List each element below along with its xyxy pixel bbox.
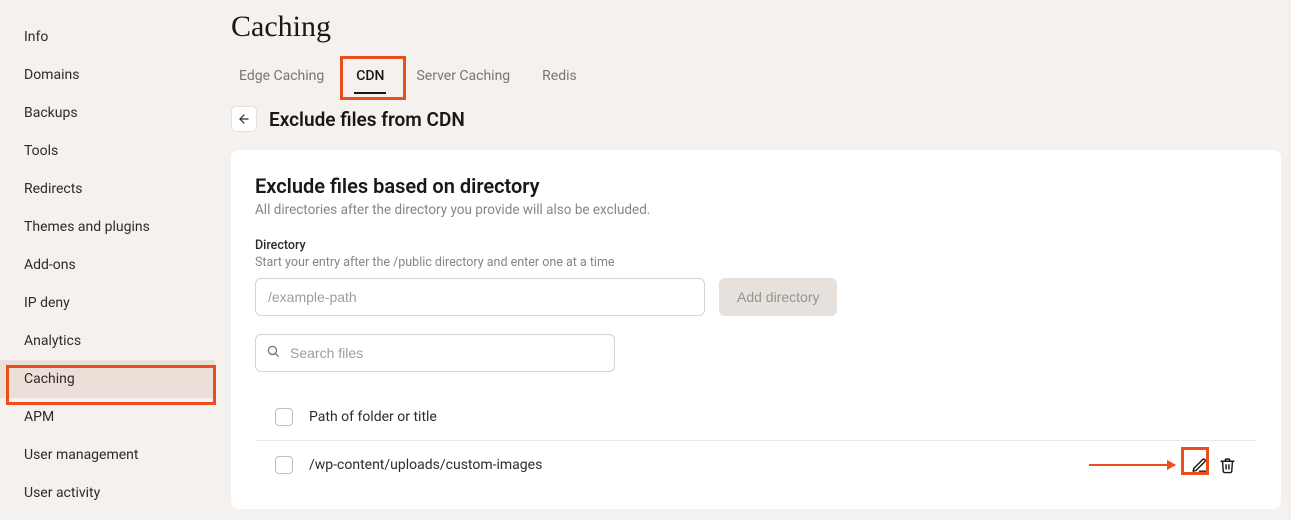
delete-button[interactable] xyxy=(1217,455,1237,475)
tab-server-caching[interactable]: Server Caching xyxy=(414,62,512,90)
sidebar-item-add-ons[interactable]: Add-ons xyxy=(0,246,215,284)
sidebar-item-analytics[interactable]: Analytics xyxy=(0,322,215,360)
tab-redis[interactable]: Redis xyxy=(540,62,579,90)
sidebar: Info Domains Backups Tools Redirects The… xyxy=(0,0,215,520)
main-content: Caching Edge Caching CDN Server Caching … xyxy=(215,0,1291,520)
sidebar-item-apm[interactable]: APM xyxy=(0,398,215,436)
card-description: All directories after the directory you … xyxy=(255,202,1257,218)
sidebar-item-caching[interactable]: Caching xyxy=(0,360,215,398)
list-row: /wp-content/uploads/custom-images xyxy=(255,441,1257,489)
sidebar-item-user-management[interactable]: User management xyxy=(0,436,215,474)
page-title: Caching xyxy=(231,10,1281,44)
list-header: Path of folder or title xyxy=(255,394,1257,441)
tab-edge-caching[interactable]: Edge Caching xyxy=(237,62,326,90)
select-all-checkbox[interactable] xyxy=(275,408,293,426)
subhead-title: Exclude files from CDN xyxy=(269,108,465,131)
edit-button[interactable] xyxy=(1189,455,1209,475)
sidebar-item-backups[interactable]: Backups xyxy=(0,94,215,132)
directory-hint: Start your entry after the /public direc… xyxy=(255,255,1257,270)
directory-input[interactable] xyxy=(255,278,705,316)
tabs: Edge Caching CDN Server Caching Redis xyxy=(231,62,1281,90)
pencil-icon xyxy=(1191,457,1208,474)
sidebar-item-ip-deny[interactable]: IP deny xyxy=(0,284,215,322)
row-checkbox[interactable] xyxy=(275,456,293,474)
trash-icon xyxy=(1219,457,1236,474)
add-directory-button[interactable]: Add directory xyxy=(719,278,837,316)
subhead: Exclude files from CDN xyxy=(231,106,1281,132)
arrow-left-icon xyxy=(237,112,251,126)
back-button[interactable] xyxy=(231,106,257,132)
sidebar-item-info[interactable]: Info xyxy=(0,18,215,56)
tab-cdn[interactable]: CDN xyxy=(354,62,386,90)
sidebar-item-tools[interactable]: Tools xyxy=(0,132,215,170)
sidebar-item-domains[interactable]: Domains xyxy=(0,56,215,94)
search-icon xyxy=(266,344,280,362)
search-input[interactable] xyxy=(255,334,615,372)
card-heading: Exclude files based on directory xyxy=(255,174,1257,198)
sidebar-item-user-activity[interactable]: User activity xyxy=(0,474,215,512)
exclude-card: Exclude files based on directory All dir… xyxy=(231,150,1281,509)
sidebar-item-themes-plugins[interactable]: Themes and plugins xyxy=(0,208,215,246)
list-header-label: Path of folder or title xyxy=(309,409,437,425)
directory-label: Directory xyxy=(255,238,1257,253)
sidebar-item-redirects[interactable]: Redirects xyxy=(0,170,215,208)
row-path: /wp-content/uploads/custom-images xyxy=(309,457,542,473)
annotation-arrow xyxy=(1089,464,1175,466)
